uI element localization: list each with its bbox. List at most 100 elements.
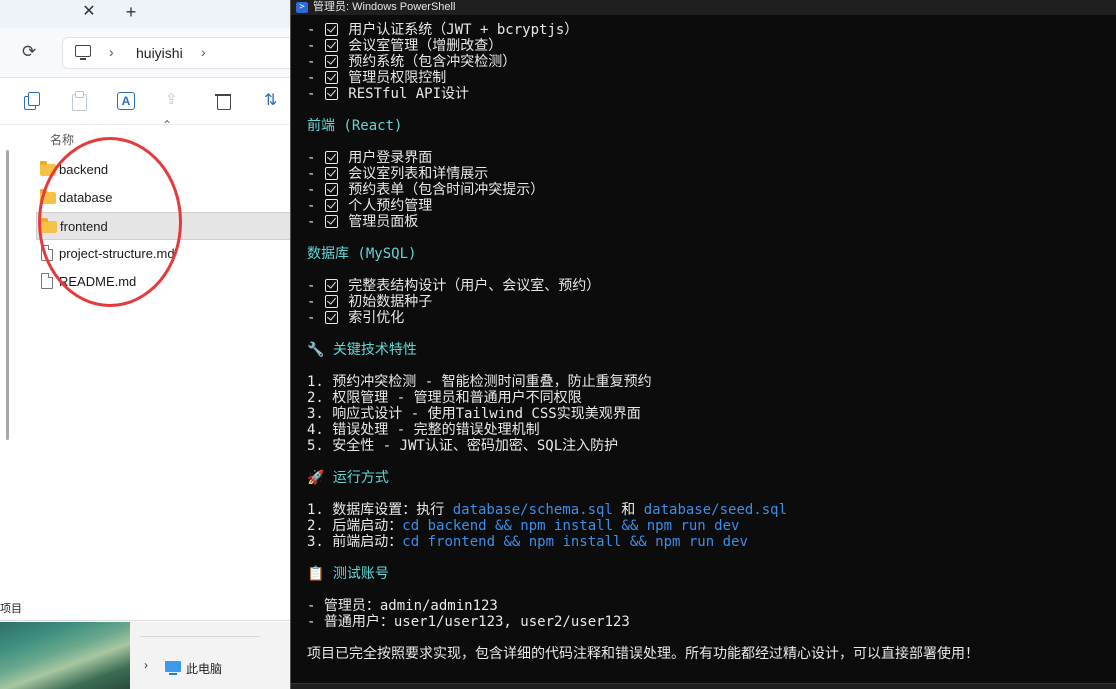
checkbox-checked-icon [324,183,338,196]
checkbox-checked-icon [324,23,338,36]
file-name: README.md [59,274,137,289]
document-icon [41,245,53,261]
paste-icon[interactable] [69,91,89,111]
file-name: backend [59,162,109,177]
explorer-tab-bar: ✕ + [0,0,292,28]
delete-icon[interactable] [213,91,233,111]
checkbox-checked-icon [324,39,338,52]
file-name: database [59,190,113,205]
file-explorer-window: ✕ + ⟳ › huiyishi › A ⇪ ⇅ ⌃ 名称 backend da… [0,0,292,689]
section-heading-frontend: 前端 (React) [307,118,403,134]
file-name: project-structure.md [59,246,175,261]
summary-text: 项目已完全按照要求实现，包含详细的代码注释和错误处理。所有功能都经过精心设计，可… [307,646,979,662]
sort-icon[interactable]: ⇅ [264,90,284,110]
checklist-item: - 个人预约管理 [307,198,433,214]
scrollbar[interactable] [6,150,9,440]
checklist-item: - 预约表单（包含时间冲突提示） [307,182,545,198]
rocket-icon: 🚀 [307,470,325,486]
code-command: cd backend && npm install && npm run dev [402,518,740,534]
checkbox-checked-icon [324,71,338,84]
checklist-item: - 初始数据种子 [307,294,433,310]
folder-icon [41,218,57,233]
navigation-pane: › 此电脑 [130,622,292,689]
code-command: cd frontend && npm install && npm run de… [402,534,748,550]
address-bar-area: ⟳ › huiyishi › [0,28,292,78]
step-text: 1. 数据库设置：执行 [307,502,453,518]
folder-icon [40,161,56,176]
file-name: frontend [60,219,108,234]
clipboard-icon: 📋 [307,566,325,582]
this-pc-icon [165,661,181,675]
step-text: 3. 前端启动： [307,534,403,550]
breadcrumb-folder[interactable]: huiyishi [136,45,183,61]
terminal-output[interactable]: - 用户认证系统（JWT + bcryptjs） - 会议室管理（增删改查） -… [307,0,1107,688]
checklist-item: - 管理员面板 [307,214,419,230]
checklist-text: 完整表结构设计（用户、会议室、预约） [348,278,601,294]
divider [140,636,260,637]
heading-text: 运行方式 [332,470,389,486]
terminal-bottom-edge [291,683,1116,689]
checkbox-checked-icon [324,215,338,228]
step-text: 和 [612,502,644,518]
checklist-text: 索引优化 [348,310,405,326]
list-item-selected[interactable]: frontend [36,212,292,240]
checklist-text: 用户登录界面 [348,150,433,166]
new-tab-button[interactable]: + [122,3,140,21]
list-item[interactable]: project-structure.md [36,240,292,268]
section-heading-features: 🔧 关键技术特性 [307,342,417,358]
code-path: database/seed.sql [643,502,788,518]
column-header-name[interactable]: 名称 [50,131,74,148]
checkbox-checked-icon [324,199,338,212]
divider [0,620,292,621]
checklist-text: 预约系统（包含冲突检测） [348,54,517,70]
checklist-text: RESTful API设计 [348,86,470,102]
copy-icon[interactable] [21,91,41,111]
checklist-item: - 用户登录界面 [307,150,433,166]
checkbox-checked-icon [324,295,338,308]
rename-icon[interactable]: A [117,92,135,110]
checklist-item: - 索引优化 [307,310,405,326]
powershell-window: > 管理员: Windows PowerShell - 用户认证系统（JWT +… [290,0,1116,689]
list-item[interactable]: backend [36,156,292,184]
list-item[interactable]: database [36,184,292,212]
checklist-item: - 用户认证系统（JWT + bcryptjs） [307,22,579,38]
sort-caret-icon[interactable]: ⌃ [162,118,172,132]
heading-text: 关键技术特性 [332,342,417,358]
checkbox-checked-icon [324,87,338,100]
checklist-text: 会议室列表和详情展示 [348,166,489,182]
account-item: - 管理员：admin/admin123 [307,598,498,614]
checklist-item: - 会议室管理（增删改查） [307,38,503,54]
checklist-item: - 预约系统（包含冲突检测） [307,54,517,70]
checkbox-checked-icon [324,279,338,292]
checklist-text: 预约表单（包含时间冲突提示） [348,182,545,198]
checklist-item: - RESTful API设计 [307,86,470,102]
feature-item: 2. 权限管理 - 管理员和普通用户不同权限 [307,390,582,406]
feature-item: 3. 响应式设计 - 使用Tailwind CSS实现美观界面 [307,406,641,422]
checkbox-checked-icon [324,311,338,324]
feature-item: 1. 预约冲突检测 - 智能检测时间重叠，防止重复预约 [307,374,652,390]
breadcrumb-chevron-icon[interactable]: › [109,44,114,60]
list-item[interactable]: README.md [36,268,292,296]
checkbox-checked-icon [324,167,338,180]
checklist-text: 初始数据种子 [348,294,433,310]
checkbox-checked-icon [324,151,338,164]
checklist-text: 个人预约管理 [348,198,433,214]
folder-icon [40,189,56,204]
command-bar: A ⇪ ⇅ [0,79,292,125]
status-bar-text: 项目 [0,603,22,615]
nav-item-this-pc[interactable]: 此电脑 [186,660,222,677]
close-tab-button[interactable]: ✕ [80,3,98,21]
step-text: 2. 后端启动： [307,518,403,534]
run-step: 1. 数据库设置：执行 database/schema.sql 和 databa… [307,502,787,518]
document-icon [41,273,53,289]
breadcrumb-chevron-icon[interactable]: › [201,44,206,60]
desktop-wallpaper [0,622,130,689]
run-step: 3. 前端启动：cd frontend && npm install && np… [307,534,748,550]
address-bar[interactable]: › huiyishi › [62,37,292,69]
expand-chevron-icon[interactable]: › [144,658,148,672]
share-icon[interactable]: ⇪ [165,90,185,110]
refresh-icon[interactable]: ⟳ [22,42,36,62]
checkbox-checked-icon [324,55,338,68]
section-heading-database: 数据库 (MySQL) [307,246,417,262]
section-heading-run: 🚀 运行方式 [307,470,389,486]
